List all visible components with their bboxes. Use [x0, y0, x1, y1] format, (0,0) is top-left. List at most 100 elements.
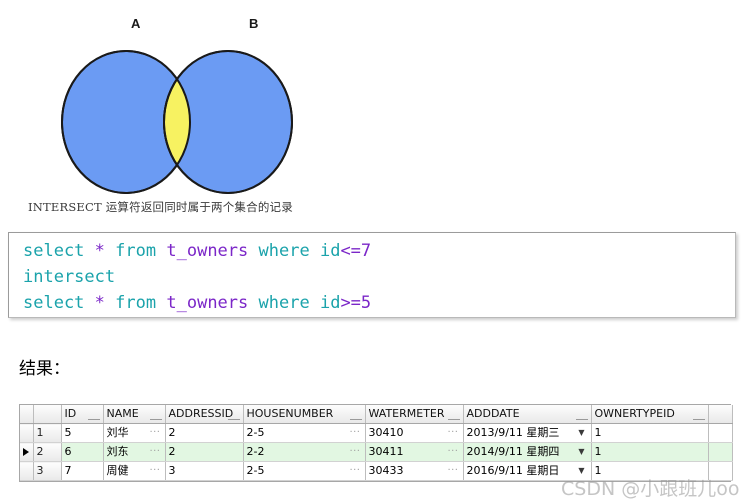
date-picker-caret-icon[interactable]: ▼ — [578, 424, 584, 442]
cell-name-value: 刘东 — [106, 445, 129, 458]
column-resize-grip-ownertypeid[interactable] — [692, 418, 705, 420]
column-header-watermeter-label: WATERMETER — [368, 407, 445, 420]
result-table: ID NAME ADDRESSID HOUSENUMBER WATERMETER… — [20, 405, 733, 481]
cell-watermeter-value: 30411 — [368, 445, 404, 458]
column-header-ownertypeid[interactable]: OWNERTYPEID — [591, 405, 709, 424]
cell-housenumber[interactable]: ··· 2-2 — [243, 442, 366, 462]
cell-watermeter-value: 30410 — [368, 426, 404, 439]
cell-housenumber-value: 2-5 — [246, 464, 265, 477]
column-header-housenumber[interactable]: HOUSENUMBER — [243, 405, 366, 424]
cell-overflow-ellipsis-icon: ··· — [447, 465, 459, 476]
sql-number-7: 7 — [360, 241, 372, 261]
column-resize-grip-name[interactable] — [149, 418, 162, 420]
column-header-adddate[interactable]: ADDDATE — [463, 405, 592, 424]
table-row[interactable]: 1 5 ··· 刘华 2 ··· 2-5 ··· 30410 ▼ 2013/9/11 星… — [20, 423, 733, 443]
column-header-addressid[interactable]: ADDRESSID — [165, 405, 244, 424]
column-header-watermeter[interactable]: WATERMETER — [365, 405, 464, 424]
cell-adddate[interactable]: ▼ 2016/9/11 星期日 — [463, 461, 592, 481]
cell-name-value: 刘华 — [106, 426, 129, 439]
cell-name[interactable]: ··· 刘东 — [103, 442, 166, 462]
cell-tail — [708, 442, 733, 462]
sql-keyword-from-2: from — [115, 293, 157, 313]
column-header-name-label: NAME — [106, 407, 139, 420]
column-header-rownum — [33, 405, 62, 424]
cell-overflow-ellipsis-icon: ··· — [149, 465, 161, 476]
table-row[interactable]: 2 6 ··· 刘东 2 ··· 2-2 ··· 30411 ▼ 2014/9/11 星… — [20, 442, 733, 462]
cell-adddate-value: 2016/9/11 星期日 — [466, 464, 560, 477]
sql-keyword-where: where — [258, 241, 310, 261]
cell-watermeter[interactable]: ··· 30410 — [365, 423, 464, 443]
column-header-housenumber-label: HOUSENUMBER — [246, 407, 334, 420]
cell-addressid[interactable]: 3 — [165, 461, 244, 481]
venn-set-b-label: B — [249, 16, 259, 31]
sql-star-token-2: * — [94, 293, 105, 313]
cell-id[interactable]: 6 — [61, 442, 104, 462]
row-selector-cell[interactable] — [20, 423, 34, 443]
code-line-3: select * from t_owners where id>=5 — [23, 290, 735, 316]
table-header-row: ID NAME ADDRESSID HOUSENUMBER WATERMETER… — [20, 405, 733, 424]
sql-table-name: t_owners — [166, 241, 249, 261]
cell-overflow-ellipsis-icon: ··· — [149, 427, 161, 438]
table-row[interactable]: 3 7 ··· 周健 3 ··· 2-5 ··· 30433 ▼ 2016/9/11 星… — [20, 461, 733, 481]
sql-operator-lte: <= — [340, 241, 361, 261]
cell-addressid[interactable]: 2 — [165, 442, 244, 462]
cell-overflow-ellipsis-icon: ··· — [349, 465, 361, 476]
column-resize-grip-id[interactable] — [87, 418, 100, 420]
date-picker-caret-icon[interactable]: ▼ — [578, 443, 584, 461]
row-number-cell: 3 — [33, 461, 62, 481]
sql-keyword-select: select — [23, 241, 85, 261]
sql-keyword-where-2: where — [258, 293, 310, 313]
current-row-arrow-icon — [23, 448, 29, 456]
cell-housenumber[interactable]: ··· 2-5 — [243, 461, 366, 481]
cell-id[interactable]: 5 — [61, 423, 104, 443]
cell-overflow-ellipsis-icon: ··· — [447, 446, 459, 457]
cell-housenumber[interactable]: ··· 2-5 — [243, 423, 366, 443]
cell-name[interactable]: ··· 刘华 — [103, 423, 166, 443]
result-section-label: 结果： — [19, 359, 70, 379]
sql-operator-gte: >= — [340, 293, 361, 313]
cell-addressid[interactable]: 2 — [165, 423, 244, 443]
sql-number-5: 5 — [360, 293, 372, 313]
row-selector-cell[interactable] — [20, 461, 34, 481]
row-selector-cell[interactable] — [20, 442, 34, 462]
venn-set-a-label: A — [131, 16, 141, 31]
cell-adddate-value: 2014/9/11 星期四 — [466, 445, 560, 458]
date-picker-caret-icon[interactable]: ▼ — [578, 462, 584, 480]
cell-name-value: 周健 — [106, 464, 129, 477]
cell-watermeter[interactable]: ··· 30433 — [365, 461, 464, 481]
column-resize-grip-adddate[interactable] — [575, 418, 588, 420]
venn-diagram-figure: A B INTERSECT 运算符返回同时属于两个集合的记录 — [0, 0, 420, 228]
column-header-name[interactable]: NAME — [103, 405, 166, 424]
cell-tail — [708, 423, 733, 443]
column-header-ownertypeid-label: OWNERTYPEID — [594, 407, 675, 420]
cell-watermeter-value: 30433 — [368, 464, 404, 477]
column-resize-grip-housenumber[interactable] — [349, 418, 362, 420]
table-header: ID NAME ADDRESSID HOUSENUMBER WATERMETER… — [20, 405, 733, 424]
cell-name[interactable]: ··· 周健 — [103, 461, 166, 481]
table-body: 1 5 ··· 刘华 2 ··· 2-5 ··· 30410 ▼ 2013/9/11 星… — [20, 423, 733, 481]
sql-column-id-2: id — [319, 293, 341, 313]
cell-ownertypeid[interactable]: 1 — [591, 423, 709, 443]
row-number-cell: 1 — [33, 423, 62, 443]
result-data-grid[interactable]: ID NAME ADDRESSID HOUSENUMBER WATERMETER… — [19, 404, 733, 482]
cell-adddate[interactable]: ▼ 2013/9/11 星期三 — [463, 423, 592, 443]
cell-watermeter[interactable]: ··· 30411 — [365, 442, 464, 462]
cell-adddate[interactable]: ▼ 2014/9/11 星期四 — [463, 442, 592, 462]
code-line-2: intersect — [23, 264, 735, 290]
column-header-adddate-label: ADDDATE — [466, 407, 520, 420]
cell-id[interactable]: 7 — [61, 461, 104, 481]
column-header-addressid-label: ADDRESSID — [168, 407, 234, 420]
cell-ownertypeid[interactable]: 1 — [591, 442, 709, 462]
sql-keyword-select-2: select — [23, 293, 85, 313]
sql-keyword-from: from — [115, 241, 157, 261]
venn-diagram-svg — [61, 50, 293, 194]
sql-star-token: * — [94, 241, 105, 261]
column-header-id[interactable]: ID — [61, 405, 104, 424]
column-header-marker — [20, 405, 34, 424]
sql-table-name-2: t_owners — [166, 293, 249, 313]
cell-ownertypeid[interactable]: 1 — [591, 461, 709, 481]
cell-overflow-ellipsis-icon: ··· — [447, 427, 459, 438]
column-resize-grip-addressid[interactable] — [227, 418, 240, 420]
column-resize-grip-watermeter[interactable] — [447, 418, 460, 420]
code-line-1: select * from t_owners where id<=7 — [23, 238, 735, 264]
